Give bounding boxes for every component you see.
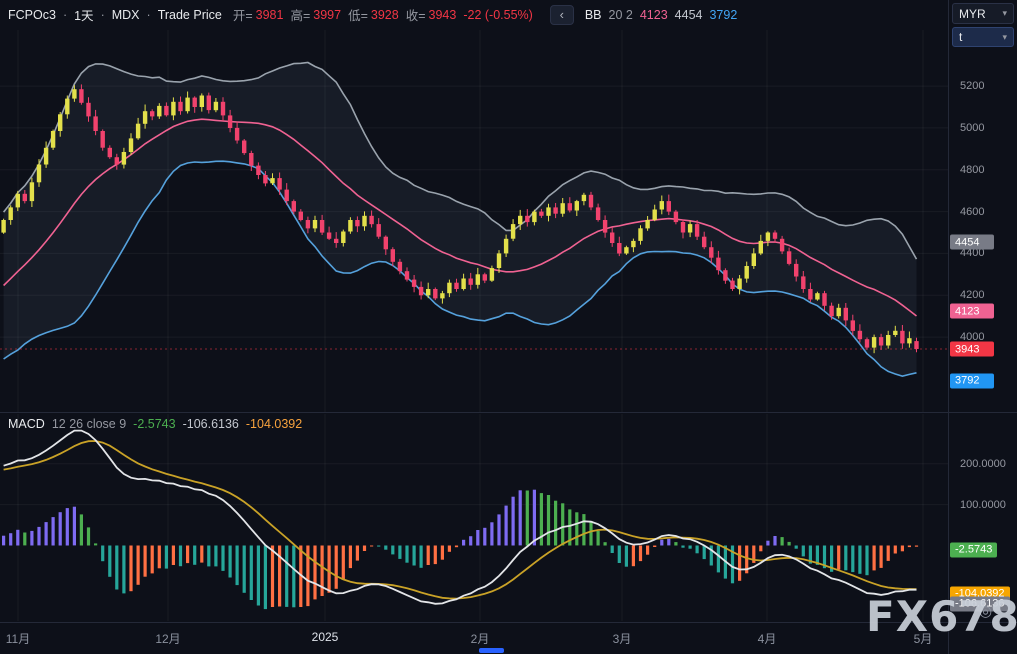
scrollbar-thumb[interactable]	[479, 648, 504, 653]
ohlc-field-value: 3981	[256, 8, 284, 22]
interval[interactable]: 1天	[74, 5, 93, 24]
macd-params: 12 26 close 9	[52, 417, 126, 431]
chevron-down-icon: ▾	[1002, 32, 1007, 43]
trading-chart-app: FCPOc3 · 1天 · MDX · Trade Price 开=3981 高=…	[0, 0, 1017, 654]
macd-axis-tick: 200.0000	[960, 458, 1006, 470]
price-axis-tick: 4600	[960, 206, 984, 218]
time-axis-label: 12月	[155, 630, 180, 647]
time-axis-label: 2月	[471, 630, 490, 647]
macd-axis-label: -2.5743	[950, 542, 997, 557]
unit-value: t	[959, 30, 962, 44]
collapse-legend-button[interactable]: ‹	[550, 5, 574, 25]
price-chart-pane[interactable]	[0, 30, 948, 412]
bb-basis-value: 4123	[640, 8, 668, 22]
bb-lower-value: 3792	[709, 8, 737, 22]
time-axis-divider	[0, 622, 1017, 623]
ohlc-field-label: 低=	[348, 5, 368, 24]
symbol-name[interactable]: FCPOc3	[8, 8, 56, 22]
bb-upper-value: 4454	[675, 8, 703, 22]
macd-name[interactable]: MACD	[8, 417, 45, 431]
macd-line-value: -106.6136	[183, 417, 239, 431]
ohlc-field-label: 开=	[233, 5, 253, 24]
price-scale[interactable]: MYR ▾ t ▾ 520050004800460044004200400044…	[948, 0, 1017, 654]
separator-dot: ·	[147, 8, 151, 22]
ohlc-field-value: 3997	[313, 8, 341, 22]
macd-axis-tick: 100.0000	[960, 499, 1006, 511]
ohlc-field-label: 高=	[290, 5, 310, 24]
chevron-down-icon: ▾	[1002, 8, 1007, 19]
price-axis-label: 4454	[950, 235, 994, 250]
chart-legend: FCPOc3 · 1天 · MDX · Trade Price 开=3981 高=…	[0, 0, 737, 29]
price-axis-label: 3792	[950, 373, 994, 388]
exchange[interactable]: MDX	[112, 8, 140, 22]
time-axis[interactable]: 11月 12月 2025 2月 3月 4月 5月	[0, 622, 948, 654]
target-icon[interactable]: ◎	[979, 602, 992, 620]
time-axis-label: 2025	[312, 630, 339, 644]
time-axis-label: 4月	[758, 630, 777, 647]
separator-dot: ·	[101, 8, 105, 22]
time-axis-label: 3月	[613, 630, 632, 647]
price-axis-label: 4123	[950, 304, 994, 319]
ohlc-field-value: 3943	[429, 8, 457, 22]
bb-indicator-legend: BB 20 2 4123 4454 3792	[585, 8, 737, 22]
separator-dot: ·	[63, 8, 67, 22]
bb-name[interactable]: BB	[585, 8, 602, 22]
price-axis-tick: 4800	[960, 164, 984, 176]
price-axis-tick: 4200	[960, 289, 984, 301]
currency-value: MYR	[959, 7, 986, 21]
bb-params: 20 2	[609, 8, 633, 22]
time-axis-label: 5月	[914, 630, 933, 647]
ohlc-field-label: 收=	[406, 5, 426, 24]
currency-dropdown[interactable]: MYR ▾	[952, 3, 1014, 24]
price-axis-label: 3943	[950, 342, 994, 357]
ohlc-field-value: 3928	[371, 8, 399, 22]
macd-pane[interactable]	[0, 414, 948, 621]
change-value: -22 (-0.55%)	[463, 8, 532, 22]
price-type: Trade Price	[158, 8, 222, 22]
pane-divider[interactable]	[0, 412, 1017, 413]
macd-hist-value: -2.5743	[133, 417, 175, 431]
ohlc-values: 开=3981 高=3997 低=3928 收=3943	[229, 5, 457, 24]
price-axis-tick: 5200	[960, 80, 984, 92]
time-axis-label: 11月	[6, 630, 30, 647]
price-axis-tick: 5000	[960, 122, 984, 134]
macd-legend: MACD 12 26 close 9 -2.5743 -106.6136 -10…	[8, 417, 302, 431]
unit-dropdown[interactable]: t ▾	[952, 27, 1014, 47]
macd-signal-value: -104.0392	[246, 417, 302, 431]
